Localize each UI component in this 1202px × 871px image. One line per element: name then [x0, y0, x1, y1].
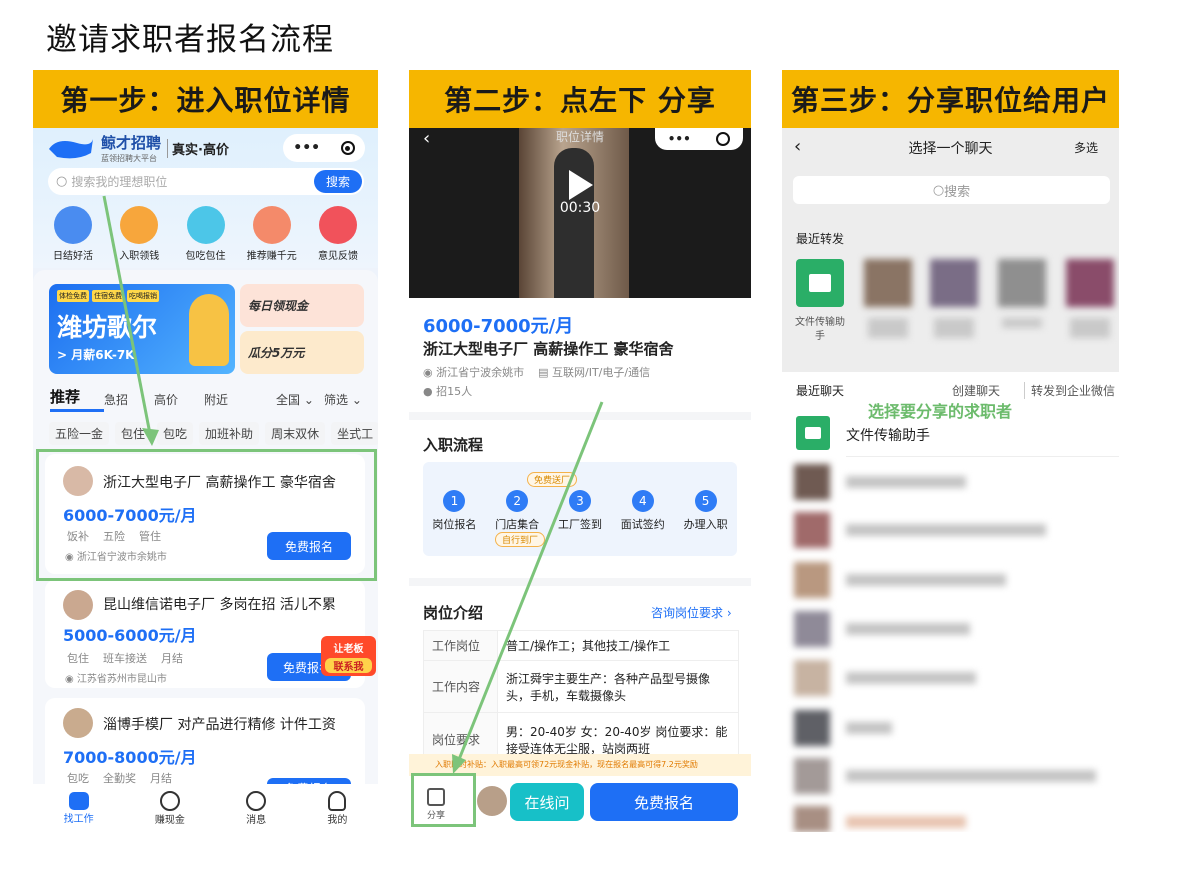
arrow-head-1: [142, 428, 159, 446]
arrow-step-2: [456, 401, 604, 763]
arrow-head-2: [452, 754, 466, 774]
arrow-step-1: [102, 195, 152, 435]
guide-arrows: [102, 195, 604, 774]
